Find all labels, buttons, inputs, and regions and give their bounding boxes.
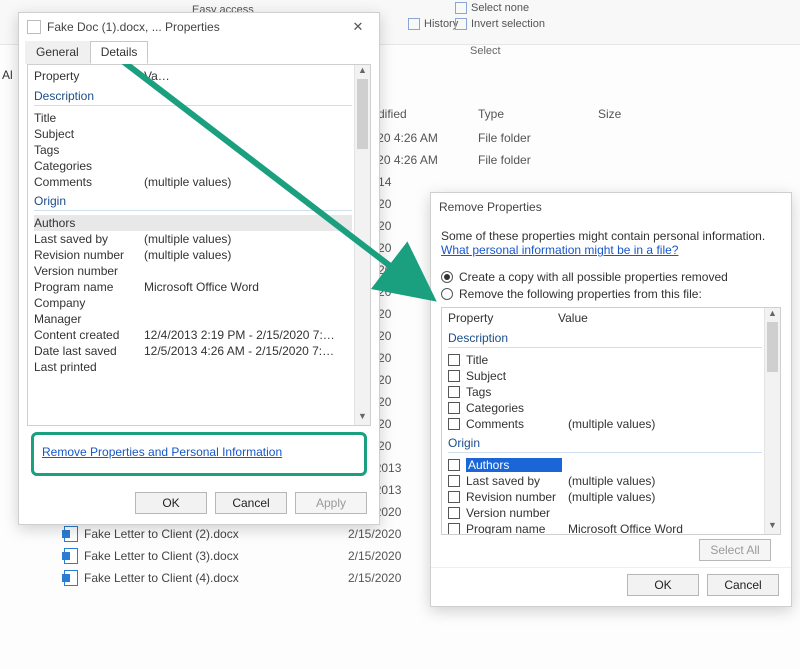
scroll-up-icon[interactable]: ▲ bbox=[355, 65, 370, 79]
history-label[interactable]: History bbox=[408, 18, 458, 30]
tab-details[interactable]: Details bbox=[90, 41, 149, 64]
properties-tabs: General Details bbox=[19, 41, 379, 64]
col-size[interactable]: Size bbox=[598, 107, 678, 121]
property-checkbox-row[interactable]: Title bbox=[448, 352, 762, 368]
property-row[interactable]: Tags bbox=[34, 142, 352, 158]
checkbox-icon[interactable] bbox=[448, 459, 460, 471]
property-row[interactable]: Revision number(multiple values) bbox=[34, 247, 352, 263]
invert-selection-icon bbox=[455, 18, 467, 30]
col-type[interactable]: Type bbox=[478, 107, 598, 121]
scroll-thumb[interactable] bbox=[357, 79, 368, 149]
property-row[interactable]: Categories bbox=[34, 158, 352, 174]
property-row[interactable]: Company bbox=[34, 295, 352, 311]
mini-col-property: Property bbox=[448, 311, 558, 325]
col-property: Property bbox=[34, 69, 144, 83]
property-row[interactable]: Subject bbox=[34, 126, 352, 142]
invert-selection-label[interactable]: Invert selection bbox=[455, 18, 545, 30]
property-checkbox-row[interactable]: Last saved by(multiple values) bbox=[448, 473, 762, 489]
property-checkbox-row[interactable]: Revision number(multiple values) bbox=[448, 489, 762, 505]
select-all-button[interactable]: Select All bbox=[699, 539, 771, 561]
radio-icon[interactable] bbox=[441, 271, 453, 283]
scrollbar[interactable]: ▲ ▼ bbox=[764, 308, 780, 534]
property-row[interactable]: Program nameMicrosoft Office Word bbox=[34, 279, 352, 295]
checkbox-icon[interactable] bbox=[448, 475, 460, 487]
file-icon bbox=[27, 20, 41, 34]
radio-icon[interactable] bbox=[441, 288, 453, 300]
checkbox-icon[interactable] bbox=[448, 370, 460, 382]
radio-remove-following[interactable]: Remove the following properties from thi… bbox=[441, 287, 781, 301]
checkbox-icon[interactable] bbox=[448, 507, 460, 519]
remove-intro-text: Some of these properties might contain p… bbox=[441, 229, 781, 243]
info-link[interactable]: What personal information might be in a … bbox=[441, 243, 678, 257]
section-description: Description bbox=[34, 89, 352, 103]
word-file-icon bbox=[64, 570, 78, 586]
select-group-label: Select bbox=[470, 45, 501, 57]
word-file-icon bbox=[64, 526, 78, 542]
mini-col-value: Value bbox=[558, 311, 588, 325]
partial-text-al: Al bbox=[2, 68, 13, 82]
select-none-label[interactable]: Select none bbox=[455, 2, 529, 14]
scroll-thumb[interactable] bbox=[767, 322, 778, 372]
property-checkbox-row[interactable]: Categories bbox=[448, 400, 762, 416]
radio-remove-following-label: Remove the following properties from thi… bbox=[459, 287, 702, 301]
select-none-icon bbox=[455, 2, 467, 14]
remove-dialog-titlebar[interactable]: Remove Properties bbox=[431, 193, 791, 221]
property-checkbox-row[interactable]: Version number bbox=[448, 505, 762, 521]
close-icon[interactable]: ✕ bbox=[345, 19, 371, 35]
properties-panel: Property Va… Description TitleSubjectTag… bbox=[27, 64, 371, 426]
checkbox-icon[interactable] bbox=[448, 402, 460, 414]
property-row[interactable]: Last saved by(multiple values) bbox=[34, 231, 352, 247]
ok-button[interactable]: OK bbox=[627, 574, 699, 596]
tab-general[interactable]: General bbox=[25, 41, 90, 64]
property-checkbox-row[interactable]: Tags bbox=[448, 384, 762, 400]
scroll-down-icon[interactable]: ▼ bbox=[355, 411, 370, 425]
property-checkbox-row[interactable]: Subject bbox=[448, 368, 762, 384]
remove-properties-dialog: Remove Properties Some of these properti… bbox=[430, 192, 792, 607]
word-file-icon bbox=[64, 548, 78, 564]
property-row[interactable]: Date last saved12/5/2013 4:26 AM - 2/15/… bbox=[34, 343, 352, 359]
scroll-up-icon[interactable]: ▲ bbox=[765, 308, 780, 322]
property-row[interactable]: Content created12/4/2013 2:19 PM - 2/15/… bbox=[34, 327, 352, 343]
scroll-down-icon[interactable]: ▼ bbox=[765, 520, 780, 534]
apply-button[interactable]: Apply bbox=[295, 492, 367, 514]
history-icon bbox=[408, 18, 420, 30]
checkbox-icon[interactable] bbox=[448, 418, 460, 430]
property-checkbox-row[interactable]: Comments(multiple values) bbox=[448, 416, 762, 432]
remove-properties-link[interactable]: Remove Properties and Personal Informati… bbox=[42, 445, 282, 459]
checkbox-icon[interactable] bbox=[448, 523, 460, 535]
col-value: Va… bbox=[144, 69, 352, 83]
remove-properties-table: Property Value Description TitleSubjectT… bbox=[441, 307, 781, 535]
cancel-button[interactable]: Cancel bbox=[215, 492, 287, 514]
dialog-title-text: Fake Doc (1).docx, ... Properties bbox=[47, 20, 220, 34]
properties-dialog: Fake Doc (1).docx, ... Properties ✕ Gene… bbox=[18, 12, 380, 525]
checkbox-icon[interactable] bbox=[448, 354, 460, 366]
mini-section-origin: Origin bbox=[448, 436, 762, 450]
property-checkbox-row[interactable]: Authors bbox=[448, 457, 762, 473]
mini-section-description: Description bbox=[448, 331, 762, 345]
property-row[interactable]: Version number bbox=[34, 263, 352, 279]
scrollbar[interactable]: ▲ ▼ bbox=[354, 65, 370, 425]
remove-link-highlight: Remove Properties and Personal Informati… bbox=[31, 432, 367, 476]
cancel-button[interactable]: Cancel bbox=[707, 574, 779, 596]
property-row[interactable]: Last printed bbox=[34, 359, 352, 375]
remove-dialog-title: Remove Properties bbox=[439, 200, 542, 214]
property-row[interactable]: Authors bbox=[34, 215, 352, 231]
radio-create-copy[interactable]: Create a copy with all possible properti… bbox=[441, 270, 781, 284]
property-checkbox-row[interactable]: Program nameMicrosoft Office Word bbox=[448, 521, 762, 535]
checkbox-icon[interactable] bbox=[448, 491, 460, 503]
section-origin: Origin bbox=[34, 194, 352, 208]
property-row[interactable]: Title bbox=[34, 110, 352, 126]
dialog-titlebar[interactable]: Fake Doc (1).docx, ... Properties ✕ bbox=[19, 13, 379, 41]
ok-button[interactable]: OK bbox=[135, 492, 207, 514]
property-row[interactable]: Manager bbox=[34, 311, 352, 327]
checkbox-icon[interactable] bbox=[448, 386, 460, 398]
property-row[interactable]: Comments(multiple values) bbox=[34, 174, 352, 190]
radio-create-copy-label: Create a copy with all possible properti… bbox=[459, 270, 728, 284]
